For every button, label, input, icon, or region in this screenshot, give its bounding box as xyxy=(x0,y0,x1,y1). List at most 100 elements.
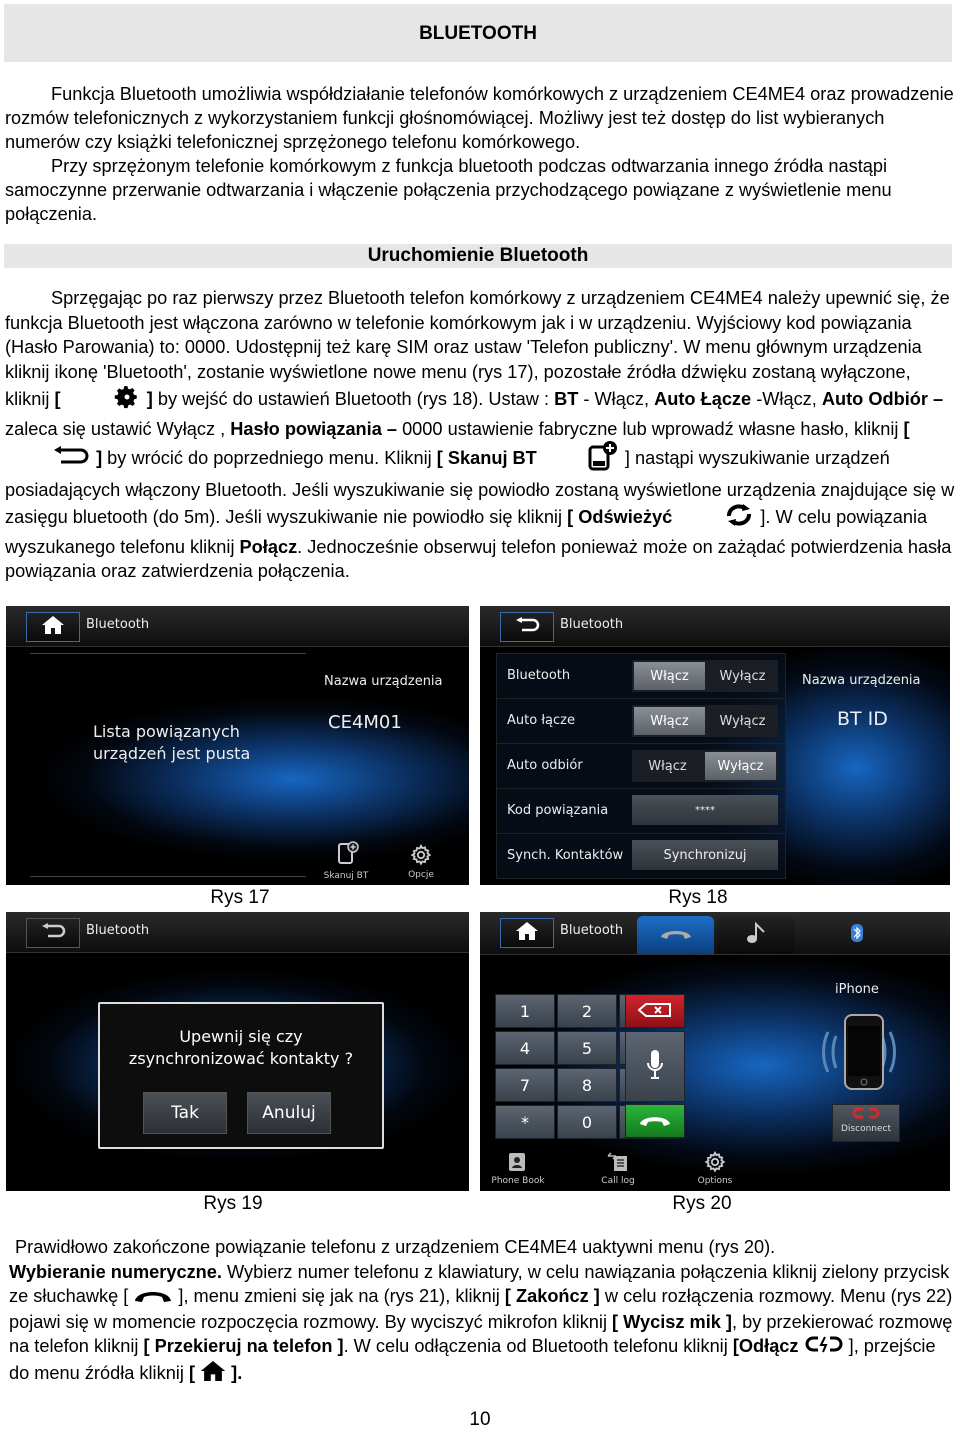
device-name-value: CE4M01 xyxy=(328,712,402,733)
home-button[interactable] xyxy=(26,612,80,642)
calllog-label: Call log xyxy=(601,1176,635,1186)
scan-bt-button[interactable] xyxy=(328,841,368,869)
intro-paragraph-1: Funkcja Bluetooth umożliwia współdziałan… xyxy=(5,84,954,152)
unlink-icon xyxy=(851,1105,881,1124)
toggle-on[interactable]: Włącz xyxy=(634,707,705,735)
phonebook-button[interactable] xyxy=(508,1152,526,1176)
keypad-key[interactable]: 5 xyxy=(557,1031,617,1065)
phonebook-label: Phone Book xyxy=(491,1176,545,1186)
dialing-instructions: Prawidłowo zakończone powiązanie telefon… xyxy=(5,1235,955,1387)
top-bar: Bluetooth xyxy=(480,606,950,647)
divider xyxy=(30,876,306,877)
page-title: BLUETOOTH xyxy=(4,4,952,62)
setting-label: Bluetooth xyxy=(507,668,571,683)
text: ], menu zmieni się jak na (rys 21), klik… xyxy=(173,1286,505,1307)
home-button[interactable] xyxy=(500,918,554,948)
page-number: 10 xyxy=(469,1409,491,1430)
keypad-key[interactable]: 4 xyxy=(495,1031,555,1065)
caption-rys18: Rys 18 xyxy=(668,887,728,908)
sync-button[interactable]: Synchronizuj xyxy=(632,840,778,870)
contact-book-icon xyxy=(508,1153,526,1176)
screen-rys20: Bluetooth 123456789*0# iPhone Disconnect… xyxy=(480,912,950,1191)
toggle-off[interactable]: Wyłącz xyxy=(707,705,778,737)
home-icon xyxy=(200,1360,226,1388)
options-button[interactable] xyxy=(704,1150,726,1177)
bold-przekieruj: [ Przekieruj na telefon ] xyxy=(143,1336,344,1357)
setting-row-auto-connect: Auto łącze Włącz Wyłącz xyxy=(496,698,786,744)
keypad-key[interactable]: * xyxy=(495,1105,555,1139)
back-arrow-icon xyxy=(514,617,540,637)
toggle-on[interactable]: Włącz xyxy=(634,662,705,690)
intro-text: Funkcja Bluetooth umożliwia współdziałan… xyxy=(5,82,955,226)
pairing-instructions: Sprzęgając po raz pierwszy przez Bluetoo… xyxy=(5,286,955,584)
sync-contacts-dialog: Upewnij się czy zsynchronizować kontakty… xyxy=(98,1002,384,1149)
screen-title: Bluetooth xyxy=(86,617,150,632)
disconnect-label: Disconnect xyxy=(841,1124,891,1134)
empty-line-2: urządzeń jest pusta xyxy=(93,744,251,763)
toggle-bluetooth: Włącz Wyłącz xyxy=(632,660,778,692)
dialog-message: Upewnij się czy zsynchronizować kontakty… xyxy=(100,1026,382,1070)
text: 0000 ustawienie fabryczne lub wprowadź w… xyxy=(397,418,904,439)
toggle-off[interactable]: Wyłącz xyxy=(707,660,778,692)
tab-phone[interactable] xyxy=(637,916,714,954)
top-bar: Bluetooth xyxy=(480,912,950,955)
keypad-key[interactable]: 8 xyxy=(557,1068,617,1102)
screen-rys19: Bluetooth Upewnij się czy zsynchronizowa… xyxy=(6,912,469,1191)
options-label: Opcje xyxy=(408,870,434,880)
options-button[interactable] xyxy=(410,843,432,870)
screen-title: Bluetooth xyxy=(86,923,150,938)
caption-rys19: Rys 19 xyxy=(203,1193,263,1214)
call-button[interactable] xyxy=(625,1104,685,1138)
smartphone-icon xyxy=(818,1014,908,1096)
text: by wrócić do poprzedniego menu. Kliknij xyxy=(102,448,437,469)
phone-handset-icon xyxy=(133,1285,173,1310)
setting-row-pin: Kod powiązania **** xyxy=(496,788,786,834)
keypad-key[interactable]: 2 xyxy=(557,994,617,1028)
bluetooth-icon xyxy=(851,924,863,946)
disconnect-button[interactable]: Disconnect xyxy=(832,1104,900,1142)
section-title-start-bluetooth: Uruchomienie Bluetooth xyxy=(4,244,952,268)
toggle-on[interactable]: Włącz xyxy=(632,750,703,782)
back-button[interactable] xyxy=(500,612,554,642)
back-arrow-icon xyxy=(40,923,66,943)
setting-label: Synch. Kontaktów xyxy=(507,848,624,863)
call-log-icon xyxy=(607,1152,629,1176)
home-icon xyxy=(42,616,64,638)
bold-haslo: Hasło powiązania – xyxy=(230,418,398,439)
home-icon xyxy=(516,922,538,944)
device-name-value: BT ID xyxy=(837,708,888,730)
scan-bt-label: Skanuj BT xyxy=(323,871,369,881)
cancel-button[interactable]: Anuluj xyxy=(247,1092,331,1134)
bold-odlacz: [Odłącz xyxy=(732,1336,799,1357)
bold-wybieranie: Wybieranie numeryczne. xyxy=(9,1261,222,1282)
back-button[interactable] xyxy=(26,918,80,948)
text: . W celu odłączenia od Bluetooth telefon… xyxy=(343,1336,733,1357)
bold-zakoncz: [ Zakończ ] xyxy=(504,1286,600,1307)
text: zaleca się ustawić Wyłącz , xyxy=(5,418,231,439)
toggle-auto-answer: Włącz Wyłącz xyxy=(632,750,778,782)
keypad-key[interactable]: 0 xyxy=(557,1105,617,1139)
phone-add-icon xyxy=(542,441,620,478)
calllog-button[interactable] xyxy=(607,1152,629,1176)
keypad-key[interactable]: 7 xyxy=(495,1068,555,1102)
setting-label: Kod powiązania xyxy=(507,803,609,818)
connected-device-name: iPhone xyxy=(835,982,879,997)
backspace-icon xyxy=(637,1002,672,1021)
pin-field[interactable]: **** xyxy=(632,795,778,825)
backspace-button[interactable] xyxy=(625,994,685,1028)
gear-icon xyxy=(410,843,432,870)
text: -Włącz, xyxy=(751,389,822,410)
text: - Włącz, xyxy=(578,389,655,410)
voice-button[interactable] xyxy=(625,1031,685,1102)
keypad-key[interactable]: 1 xyxy=(495,994,555,1028)
toggle-off[interactable]: Wyłącz xyxy=(705,752,776,780)
bracket: [ xyxy=(54,389,61,410)
refresh-icon xyxy=(677,502,755,535)
tab-music[interactable] xyxy=(717,916,795,954)
yes-button[interactable]: Tak xyxy=(143,1092,227,1134)
screen-rys18: Bluetooth Bluetooth Włącz Wyłącz Auto łąc… xyxy=(480,606,950,885)
toggle-auto-connect: Włącz Wyłącz xyxy=(632,705,778,737)
bluetooth-status xyxy=(851,924,863,946)
dialog-line-1: Upewnij się czy xyxy=(179,1027,303,1046)
bold-auto-lacze: Auto Łącze xyxy=(654,389,752,410)
